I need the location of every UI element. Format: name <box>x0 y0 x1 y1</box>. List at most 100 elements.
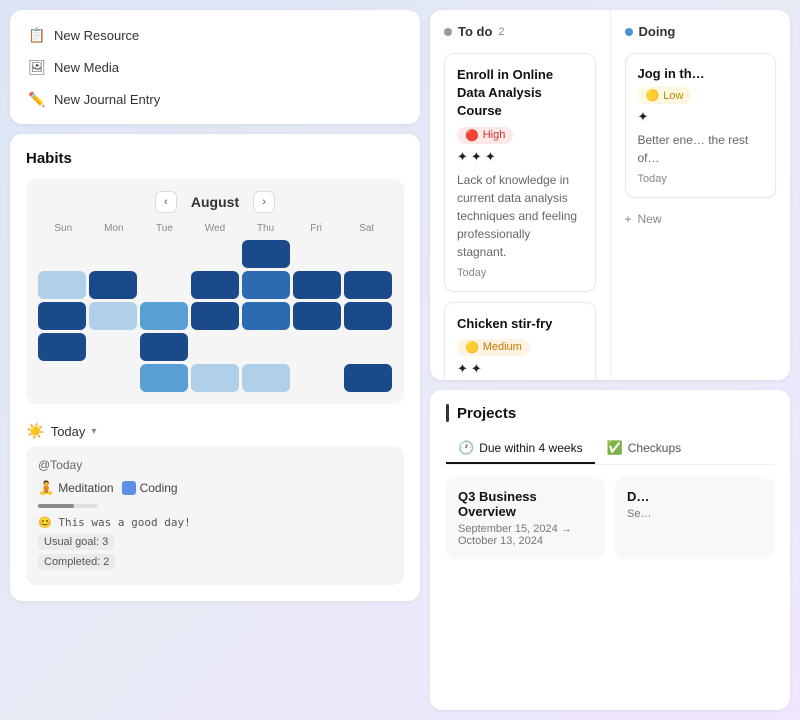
cal-cell <box>344 333 392 361</box>
cal-cell <box>191 333 239 361</box>
cal-cell <box>191 364 239 392</box>
cal-cell <box>89 302 137 330</box>
completed-label: Completed: 2 <box>38 554 115 570</box>
progress-bar <box>38 504 98 508</box>
projects-title-bar <box>446 404 449 422</box>
doing-task-date: Today <box>638 173 764 185</box>
projects-header: Projects <box>446 404 774 422</box>
task-emoji-row: ✦✦✦ <box>457 149 583 165</box>
projects-section: Projects 🕐 Due within 4 weeks ✅ Checkups… <box>430 390 790 710</box>
meditation-icon: 🧘 <box>38 480 54 496</box>
task-title: Enroll in Online Data Analysis Course <box>457 66 583 121</box>
right-panel: To do 2 Enroll in Online Data Analysis C… <box>430 10 790 710</box>
medium-label: Medium <box>483 341 522 353</box>
task-date: Today <box>457 267 583 279</box>
calendar-header: ‹ August › <box>38 191 392 213</box>
new-media-label: New Media <box>54 60 119 75</box>
habits-card: Habits ‹ August › Sun Mon Tue Wed Thu Fr… <box>10 134 420 601</box>
project-name: Q3 Business Overview <box>458 489 593 519</box>
cal-cell <box>89 333 137 361</box>
cal-cell <box>191 240 239 268</box>
sun-icon: ☀️ <box>26 422 45 440</box>
media-icon: 🖼 <box>28 58 46 76</box>
task-emoji-row: ✦ <box>638 109 764 125</box>
cal-cell <box>89 364 137 392</box>
doing-add-new-button[interactable]: + New <box>625 208 777 230</box>
usual-goal-label: Usual goal: 3 <box>38 534 114 550</box>
new-journal-button[interactable]: ✏️ New Journal Entry <box>28 88 402 110</box>
doing-task-title: Jog in th… <box>638 66 764 81</box>
tasks-board: To do 2 Enroll in Online Data Analysis C… <box>430 10 790 380</box>
calendar-month: August <box>191 194 239 210</box>
projects-title: Projects <box>457 405 516 422</box>
left-panel: 📋 New Resource 🖼 New Media ✏️ New Journa… <box>10 10 420 710</box>
quick-actions-card: 📋 New Resource 🖼 New Media ✏️ New Journa… <box>10 10 420 124</box>
cal-cell <box>293 240 341 268</box>
cal-cell <box>140 364 188 392</box>
add-new-label: New <box>638 212 662 226</box>
cal-cell <box>89 271 137 299</box>
cal-cell <box>38 333 86 361</box>
high-label: High <box>483 129 506 141</box>
cal-cell <box>140 240 188 268</box>
coding-tag: Coding <box>122 480 178 496</box>
plus-icon: + <box>625 212 632 226</box>
coding-box-icon <box>122 481 136 495</box>
clock-icon: 🕐 <box>458 440 474 456</box>
tab-due-within-weeks[interactable]: 🕐 Due within 4 weeks <box>446 434 595 464</box>
at-today-label: @Today <box>38 458 392 472</box>
task-emoji-row: ✦✦ <box>457 361 583 377</box>
cal-cell <box>140 333 188 361</box>
high-icon: 🔴 <box>465 129 479 142</box>
cal-cell <box>293 364 341 392</box>
at-today-card: @Today 🧘 Meditation Coding 😊 This was a … <box>26 446 404 585</box>
calendar-day-labels: Sun Mon Tue Wed Thu Fri Sat <box>38 223 392 234</box>
medium-icon: 🟡 <box>465 341 479 354</box>
cal-cell <box>242 271 290 299</box>
cal-cell <box>242 364 290 392</box>
calendar-grid <box>38 240 392 392</box>
cal-cell <box>38 271 86 299</box>
today-toggle[interactable]: ☀️ Today ▾ <box>26 416 404 446</box>
tab-checkups[interactable]: ✅ Checkups <box>595 434 694 464</box>
meditation-label: Meditation <box>58 481 113 495</box>
new-media-button[interactable]: 🖼 New Media <box>28 56 402 78</box>
project-card-d[interactable]: D… Se… <box>615 477 774 559</box>
cal-cell <box>344 240 392 268</box>
project-card-q3[interactable]: Q3 Business Overview September 15, 2024 … <box>446 477 605 559</box>
calendar-widget: ‹ August › Sun Mon Tue Wed Thu Fri Sat <box>26 179 404 404</box>
todo-dot <box>444 28 452 36</box>
cal-cell <box>191 271 239 299</box>
doing-dot <box>625 28 633 36</box>
priority-badge-low: 🟡 Low <box>638 87 692 104</box>
doing-column: Doing Jog in th… 🟡 Low ✦ Better ene… the… <box>611 10 791 380</box>
resource-icon: 📋 <box>28 26 46 44</box>
coding-label: Coding <box>140 481 178 495</box>
habits-title: Habits <box>26 150 404 167</box>
meditation-tag: 🧘 Meditation <box>38 480 114 496</box>
cal-cell <box>293 271 341 299</box>
new-resource-button[interactable]: 📋 New Resource <box>28 24 402 46</box>
projects-tabs: 🕐 Due within 4 weeks ✅ Checkups <box>446 434 774 465</box>
todo-column-header: To do 2 <box>444 24 596 39</box>
doing-card-jog[interactable]: Jog in th… 🟡 Low ✦ Better ene… the rest … <box>625 53 777 198</box>
progress-fill <box>38 504 74 508</box>
task-card-enroll[interactable]: Enroll in Online Data Analysis Course 🔴 … <box>444 53 596 292</box>
new-resource-label: New Resource <box>54 28 139 43</box>
project-name: D… <box>627 489 762 504</box>
calendar-next-button[interactable]: › <box>253 191 275 213</box>
cal-cell <box>242 333 290 361</box>
projects-grid: Q3 Business Overview September 15, 2024 … <box>446 477 774 559</box>
cal-cell <box>140 302 188 330</box>
cal-cell <box>191 302 239 330</box>
cal-cell <box>344 271 392 299</box>
cal-cell <box>38 364 86 392</box>
calendar-prev-button[interactable]: ‹ <box>155 191 177 213</box>
low-label: Low <box>663 90 683 102</box>
todo-count: 2 <box>498 26 504 38</box>
today-label: Today <box>51 424 86 439</box>
task-card-chicken[interactable]: Chicken stir-fry 🟡 Medium ✦✦ Today <box>444 302 596 380</box>
checkups-label: Checkups <box>628 441 681 455</box>
todo-label: To do <box>458 24 492 39</box>
cal-cell <box>242 302 290 330</box>
